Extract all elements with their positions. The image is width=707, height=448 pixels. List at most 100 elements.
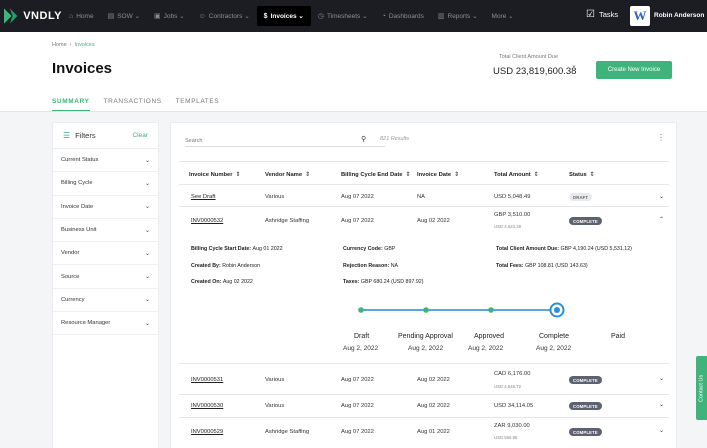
cycle-end-date: Aug 07 2022 bbox=[341, 218, 374, 224]
page-tabs: SUMMARY TRANSACTIONS TEMPLATES bbox=[52, 98, 233, 111]
nav-contractors[interactable]: ☺ Contractors ⌄ bbox=[192, 6, 257, 26]
filter-source[interactable]: Source ⌄ bbox=[53, 265, 158, 289]
step-date-pending-approval: Aug 2, 2022 bbox=[408, 345, 444, 352]
brand-name: VNDLY bbox=[23, 10, 62, 22]
invoice-date: Aug 02 2022 bbox=[417, 403, 450, 409]
status-progress-tracker bbox=[358, 302, 565, 318]
invoice-number[interactable]: INV0000530 bbox=[191, 403, 223, 409]
header-billing-cycle-end[interactable]: Billing Cycle End Date ⇕ bbox=[341, 172, 410, 178]
tab-summary[interactable]: SUMMARY bbox=[52, 98, 90, 111]
detail-currency: Currency Code: GBP bbox=[343, 246, 396, 252]
chevron-down-icon[interactable]: ⌄ bbox=[659, 375, 664, 382]
step-label-draft: Draft bbox=[354, 333, 370, 340]
status-badge: COMPLETE bbox=[569, 428, 602, 436]
more-options-icon[interactable]: ⋮ bbox=[657, 133, 665, 142]
brand-logo[interactable]: VNDLY bbox=[0, 0, 62, 32]
step-dot-pending-approval bbox=[423, 307, 429, 313]
user-menu[interactable]: Robin Anderson ⌄ bbox=[654, 11, 707, 19]
total-amount: ZAR 9,030.00 bbox=[494, 423, 530, 429]
filters-header: ☰ Filters Clear bbox=[53, 123, 158, 149]
invoice-date: Aug 02 2022 bbox=[417, 218, 450, 224]
header-vendor-name[interactable]: Vendor Name ⇕ bbox=[265, 172, 310, 178]
dashboard-icon: ◔ bbox=[381, 12, 386, 20]
cycle-end-date: Aug 07 2022 bbox=[341, 377, 374, 383]
sort-icon: ⇕ bbox=[305, 172, 310, 178]
nav-home[interactable]: ⌂ Home bbox=[62, 6, 101, 26]
sort-icon: ⇕ bbox=[589, 172, 595, 178]
detail-fees: Total Fees: GBP 108.81 (USD 143.63) bbox=[496, 263, 588, 269]
filter-invoice-date[interactable]: Invoice Date ⌄ bbox=[53, 196, 158, 219]
chevron-down-icon: ⌄ bbox=[144, 250, 150, 257]
breadcrumb-home[interactable]: Home bbox=[52, 42, 67, 48]
invoice-number[interactable]: INV0000531 bbox=[191, 377, 223, 383]
vendor-name: Various bbox=[265, 377, 285, 383]
filter-business-unit[interactable]: Business Unit ⌄ bbox=[53, 219, 158, 243]
invoice-number[interactable]: INV0000529 bbox=[191, 429, 223, 435]
chevron-down-icon: ⌄ bbox=[144, 274, 150, 281]
chevron-down-icon: ⌄ bbox=[144, 204, 150, 211]
header-total-amount[interactable]: Total Amount ⇕ bbox=[494, 172, 539, 178]
status-badge: COMPLETE bbox=[569, 402, 602, 410]
detail-total-due: Total Client Amount Due: GBP 4,190.24 (U… bbox=[496, 246, 632, 252]
nav-sow[interactable]: ▤ SOW ⌄ bbox=[101, 6, 147, 26]
filter-current-status[interactable]: Current Status ⌄ bbox=[53, 149, 158, 173]
contact-us-tab[interactable]: Contact Us bbox=[696, 356, 707, 420]
step-date-complete: Aug 2, 2022 bbox=[536, 345, 572, 352]
clock-icon: ◷ bbox=[317, 13, 324, 20]
nav-timesheets[interactable]: ◷ Timesheets ⌄ bbox=[311, 6, 375, 26]
header-invoice-date[interactable]: Invoice Date ⇕ bbox=[417, 172, 459, 178]
invoice-date: Aug 02 2022 bbox=[417, 377, 450, 383]
nav-jobs[interactable]: ▣ Jobs ⌄ bbox=[147, 6, 192, 26]
tasks-button[interactable]: ☑ Tasks bbox=[586, 9, 618, 20]
total-amount: USD 34,114.05 bbox=[494, 403, 534, 409]
chevron-down-icon: ⌄ bbox=[144, 320, 150, 327]
detail-created-by: Created By: Robin Anderson bbox=[191, 263, 260, 269]
chevron-down-icon[interactable]: ⌄ bbox=[659, 401, 664, 408]
total-amount-usd: USD 4,623.28 bbox=[494, 224, 521, 229]
header-status[interactable]: Status ⇕ bbox=[569, 172, 595, 178]
chevron-down-icon: ⌄ bbox=[144, 180, 150, 187]
tab-transactions[interactable]: TRANSACTIONS bbox=[104, 98, 162, 111]
vndly-mark-icon bbox=[4, 8, 18, 24]
breadcrumb-current: Invoices bbox=[74, 42, 95, 48]
clear-filters-link[interactable]: Clear bbox=[132, 132, 148, 139]
nav-invoices[interactable]: $ Invoices ⌄ bbox=[256, 6, 311, 26]
nav-reports[interactable]: ▥ Reports ⌄ bbox=[431, 6, 485, 26]
search-input[interactable] bbox=[185, 133, 385, 147]
filter-billing-cycle[interactable]: Billing Cycle ⌄ bbox=[53, 172, 158, 196]
contractors-icon: ☺ bbox=[198, 12, 206, 20]
report-icon: ▥ bbox=[437, 13, 445, 20]
filter-vendor[interactable]: Vendor ⌄ bbox=[53, 242, 158, 266]
step-label-complete: Complete bbox=[539, 333, 569, 340]
sort-icon: ⇕ bbox=[405, 172, 411, 178]
invoice-number[interactable]: See Draft bbox=[191, 194, 216, 200]
tasks-icon: ☑ bbox=[586, 9, 595, 20]
tab-templates[interactable]: TEMPLATES bbox=[176, 98, 220, 111]
total-amount: CAD 6,176.00 bbox=[494, 371, 531, 377]
cycle-end-date: Aug 07 2022 bbox=[341, 194, 374, 200]
status-badge: COMPLETE bbox=[569, 376, 602, 384]
top-nav: VNDLY ⌂ Home ▤ SOW ⌄ ▣ Jobs ⌄ ☺ Contractors … bbox=[0, 0, 707, 32]
table-header: Invoice Number ⇕ Vendor Name ⇕ Billing Cyc… bbox=[171, 169, 676, 183]
total-amount-label: Total Client Amount Due bbox=[499, 54, 559, 60]
chevron-down-icon[interactable]: ⌄ bbox=[659, 193, 664, 200]
filter-resource-manager[interactable]: Resource Manager ⌄ bbox=[53, 312, 158, 336]
search-icon[interactable]: ⚲ bbox=[361, 135, 366, 143]
chevron-down-icon: ⌄ bbox=[144, 157, 150, 164]
nav-more[interactable]: More ⌄ bbox=[485, 6, 521, 26]
total-amount-usd: USD 4,846.72 bbox=[494, 384, 521, 389]
chevron-down-icon[interactable]: ⌄ bbox=[659, 427, 664, 434]
filter-currency[interactable]: Currency ⌄ bbox=[53, 289, 158, 313]
nav-dashboards[interactable]: ◔ Dashboards bbox=[375, 6, 431, 26]
create-invoice-button[interactable]: Create New Invoice bbox=[596, 61, 672, 79]
breadcrumb: Home › Invoices bbox=[52, 42, 95, 48]
status-badge: COMPLETE bbox=[569, 217, 602, 225]
step-dot-approved bbox=[488, 307, 494, 313]
total-caret-icon[interactable]: ⌄ bbox=[571, 61, 577, 69]
detail-created-on: Created On: Aug 02 2022 bbox=[191, 279, 253, 285]
invoice-date: Aug 01 2022 bbox=[417, 429, 450, 435]
total-amount-value: USD 23,819,600.38 bbox=[493, 66, 577, 77]
header-invoice-number[interactable]: Invoice Number ⇕ bbox=[189, 172, 240, 178]
invoice-number[interactable]: INV0000532 bbox=[191, 218, 223, 224]
chevron-up-icon[interactable]: ⌃ bbox=[659, 216, 664, 223]
